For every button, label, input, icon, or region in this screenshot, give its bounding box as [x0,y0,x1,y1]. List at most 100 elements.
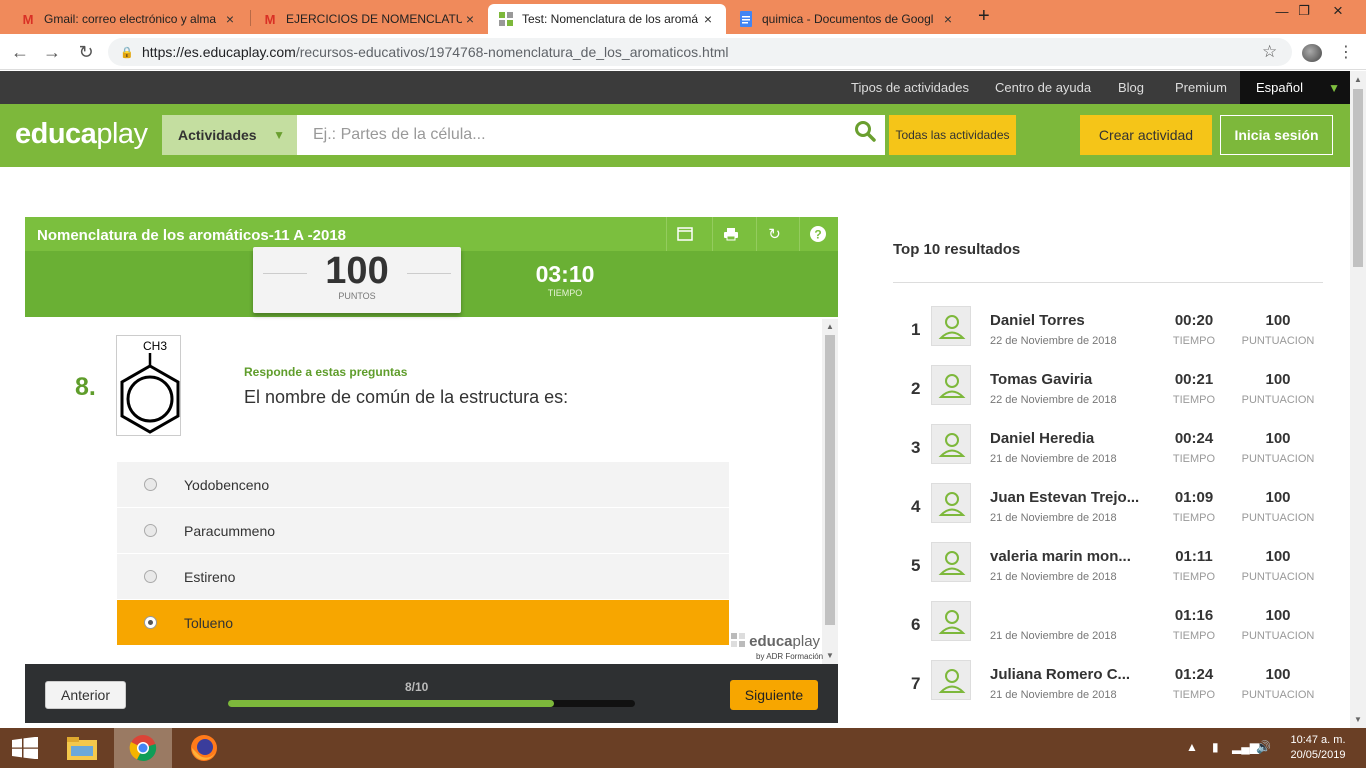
watermark-part-b: play [792,633,821,650]
scrollbar-thumb[interactable] [1353,89,1363,267]
taskbar-clock[interactable]: 10:47 a. m. 20/05/2019 [1286,733,1350,763]
window-close-button[interactable]: × [1318,0,1358,22]
ranking-row: 7 Juliana Romero C... 21 de Noviembre de 2… [893,660,1333,719]
question-text: El nombre de común de la estructura es: [244,387,569,407]
back-icon[interactable]: ← [8,40,32,64]
rank-time-label: TIEMPO [1172,453,1216,465]
scrollbar-thumb[interactable] [825,335,835,625]
close-icon[interactable]: × [222,11,238,27]
educaplay-icon [731,633,745,647]
user-avatar-icon [931,483,971,523]
rank-score-label: PUNTUACION [1241,689,1315,701]
browser-tab-ejercicios[interactable]: M EJERCICIOS DE NOMENCLATURA × [252,4,488,34]
rank-date: 21 de Noviembre de 2018 [990,630,1117,642]
login-button[interactable]: Inicia sesión [1220,115,1333,155]
create-activity-button[interactable]: Crear actividad [1080,115,1212,155]
rank-score-label: PUNTUACION [1241,335,1315,347]
rank-name: valeria marin mon... [990,548,1131,565]
rank-time-label: TIEMPO [1172,512,1216,524]
rank-position: 2 [911,379,921,398]
close-icon[interactable]: × [700,11,716,27]
language-select[interactable]: Español ▼ [1240,71,1350,104]
nav-premium[interactable]: Premium [1175,80,1227,95]
rank-time: 01:09 [1174,489,1214,506]
browser-tab-gmail[interactable]: M Gmail: correo electrónico y alma × [10,4,248,34]
user-avatar-icon [931,306,971,346]
rank-position: 7 [911,674,921,693]
chrome-taskbar-icon[interactable] [114,728,172,768]
question-image: CH3 [116,335,181,436]
answer-option[interactable]: Paracummeno [117,508,729,554]
page-scrollbar[interactable]: ▲ ▼ [1350,71,1366,728]
close-icon[interactable]: × [462,11,478,27]
radio-button-checked[interactable] [144,616,157,629]
menu-kebab-icon[interactable]: ⋮ [1338,42,1354,62]
help-icon[interactable]: ? [799,217,835,251]
answer-option[interactable]: Yodobenceno [117,462,729,508]
rank-date: 21 de Noviembre de 2018 [990,571,1117,583]
close-icon[interactable]: × [940,11,956,27]
tab-title: quimica - Documentos de Googl [762,12,934,26]
radio-button[interactable] [144,570,157,583]
file-explorer-icon[interactable] [57,728,107,768]
print-icon[interactable] [712,217,748,251]
fullscreen-icon[interactable] [666,217,702,251]
rank-position: 6 [911,615,921,634]
scroll-up-arrow[interactable]: ▲ [1354,75,1362,84]
next-button[interactable]: Siguiente [730,680,818,710]
svg-text:?: ? [814,228,821,242]
clock-time: 10:47 a. m. [1290,734,1346,746]
activity-title-bar: Nomenclatura de los aromáticos-11 A -201… [25,217,838,251]
previous-button[interactable]: Anterior [45,681,126,709]
scroll-down-arrow[interactable]: ▼ [1354,715,1362,724]
profile-avatar[interactable] [1302,44,1322,62]
bookmark-star-icon[interactable]: ☆ [1262,42,1277,62]
search-icon[interactable] [854,120,876,142]
windows-taskbar: ▲ ▮ ▂▄▆ 🔊 10:47 a. m. 20/05/2019 [0,728,1366,768]
network-icon[interactable]: ▂▄▆ [1232,740,1259,754]
volume-icon[interactable]: 🔊 [1256,740,1271,754]
scroll-up-arrow[interactable]: ▲ [826,322,834,331]
rank-name: Daniel Torres [990,312,1085,329]
restart-icon[interactable]: ↻ [756,217,792,251]
tray-expand-icon[interactable]: ▲ [1186,740,1198,754]
browser-tab-strip: M Gmail: correo electrónico y alma × M E… [0,0,1366,34]
category-label: Actividades [178,127,257,143]
url-host: https://es.educaplay.com [142,44,296,60]
address-bar-row: ← → ↻ 🔒 https://es.educaplay.com/recurso… [0,34,1366,70]
new-tab-button[interactable]: + [978,5,990,28]
firefox-taskbar-icon[interactable] [179,728,229,768]
progress-fill [228,700,554,707]
url-input[interactable]: 🔒 https://es.educaplay.com/recursos-educ… [108,38,1292,66]
rank-time-label: TIEMPO [1172,394,1216,406]
scroll-down-arrow[interactable]: ▼ [826,651,834,660]
windows-start-icon[interactable] [0,728,50,768]
option-label: Tolueno [184,614,234,631]
all-activities-button[interactable]: Todas las actividades [889,115,1016,155]
answer-option[interactable]: Estireno [117,554,729,600]
category-select[interactable]: Actividades ▼ [162,115,297,155]
nav-tipos-actividades[interactable]: Tipos de actividades [851,80,969,95]
tab-title: EJERCICIOS DE NOMENCLATURA [286,12,462,26]
answer-option-selected[interactable]: Tolueno [117,600,729,646]
reload-icon[interactable]: ↻ [74,40,98,64]
forward-icon[interactable]: → [40,40,64,64]
educaplay-logo[interactable]: educaplay [15,118,148,151]
browser-tab-docs[interactable]: quimica - Documentos de Googl × [728,4,966,34]
rank-position: 1 [911,320,921,339]
radio-button[interactable] [144,524,157,537]
radio-button[interactable] [144,478,157,491]
browser-tab-educaplay[interactable]: Test: Nomenclatura de los aromá × [488,4,726,34]
educaplay-icon [498,11,514,27]
search-input[interactable]: Ej.: Partes de la célula... [297,115,885,155]
user-avatar-icon [931,660,971,700]
battery-icon[interactable]: ▮ [1212,740,1219,754]
nav-centro-ayuda[interactable]: Centro de ayuda [995,80,1091,95]
top-navigation: Tipos de actividades Centro de ayuda Blo… [0,71,1350,104]
question-hint: Responde a estas preguntas [244,365,408,379]
nav-blog[interactable]: Blog [1118,80,1144,95]
site-header: educaplay Actividades ▼ Ej.: Partes de l… [0,104,1350,167]
option-label: Paracummeno [184,522,276,539]
question-scrollbar[interactable]: ▲ ▼ [822,319,838,664]
rank-date: 21 de Noviembre de 2018 [990,689,1117,701]
